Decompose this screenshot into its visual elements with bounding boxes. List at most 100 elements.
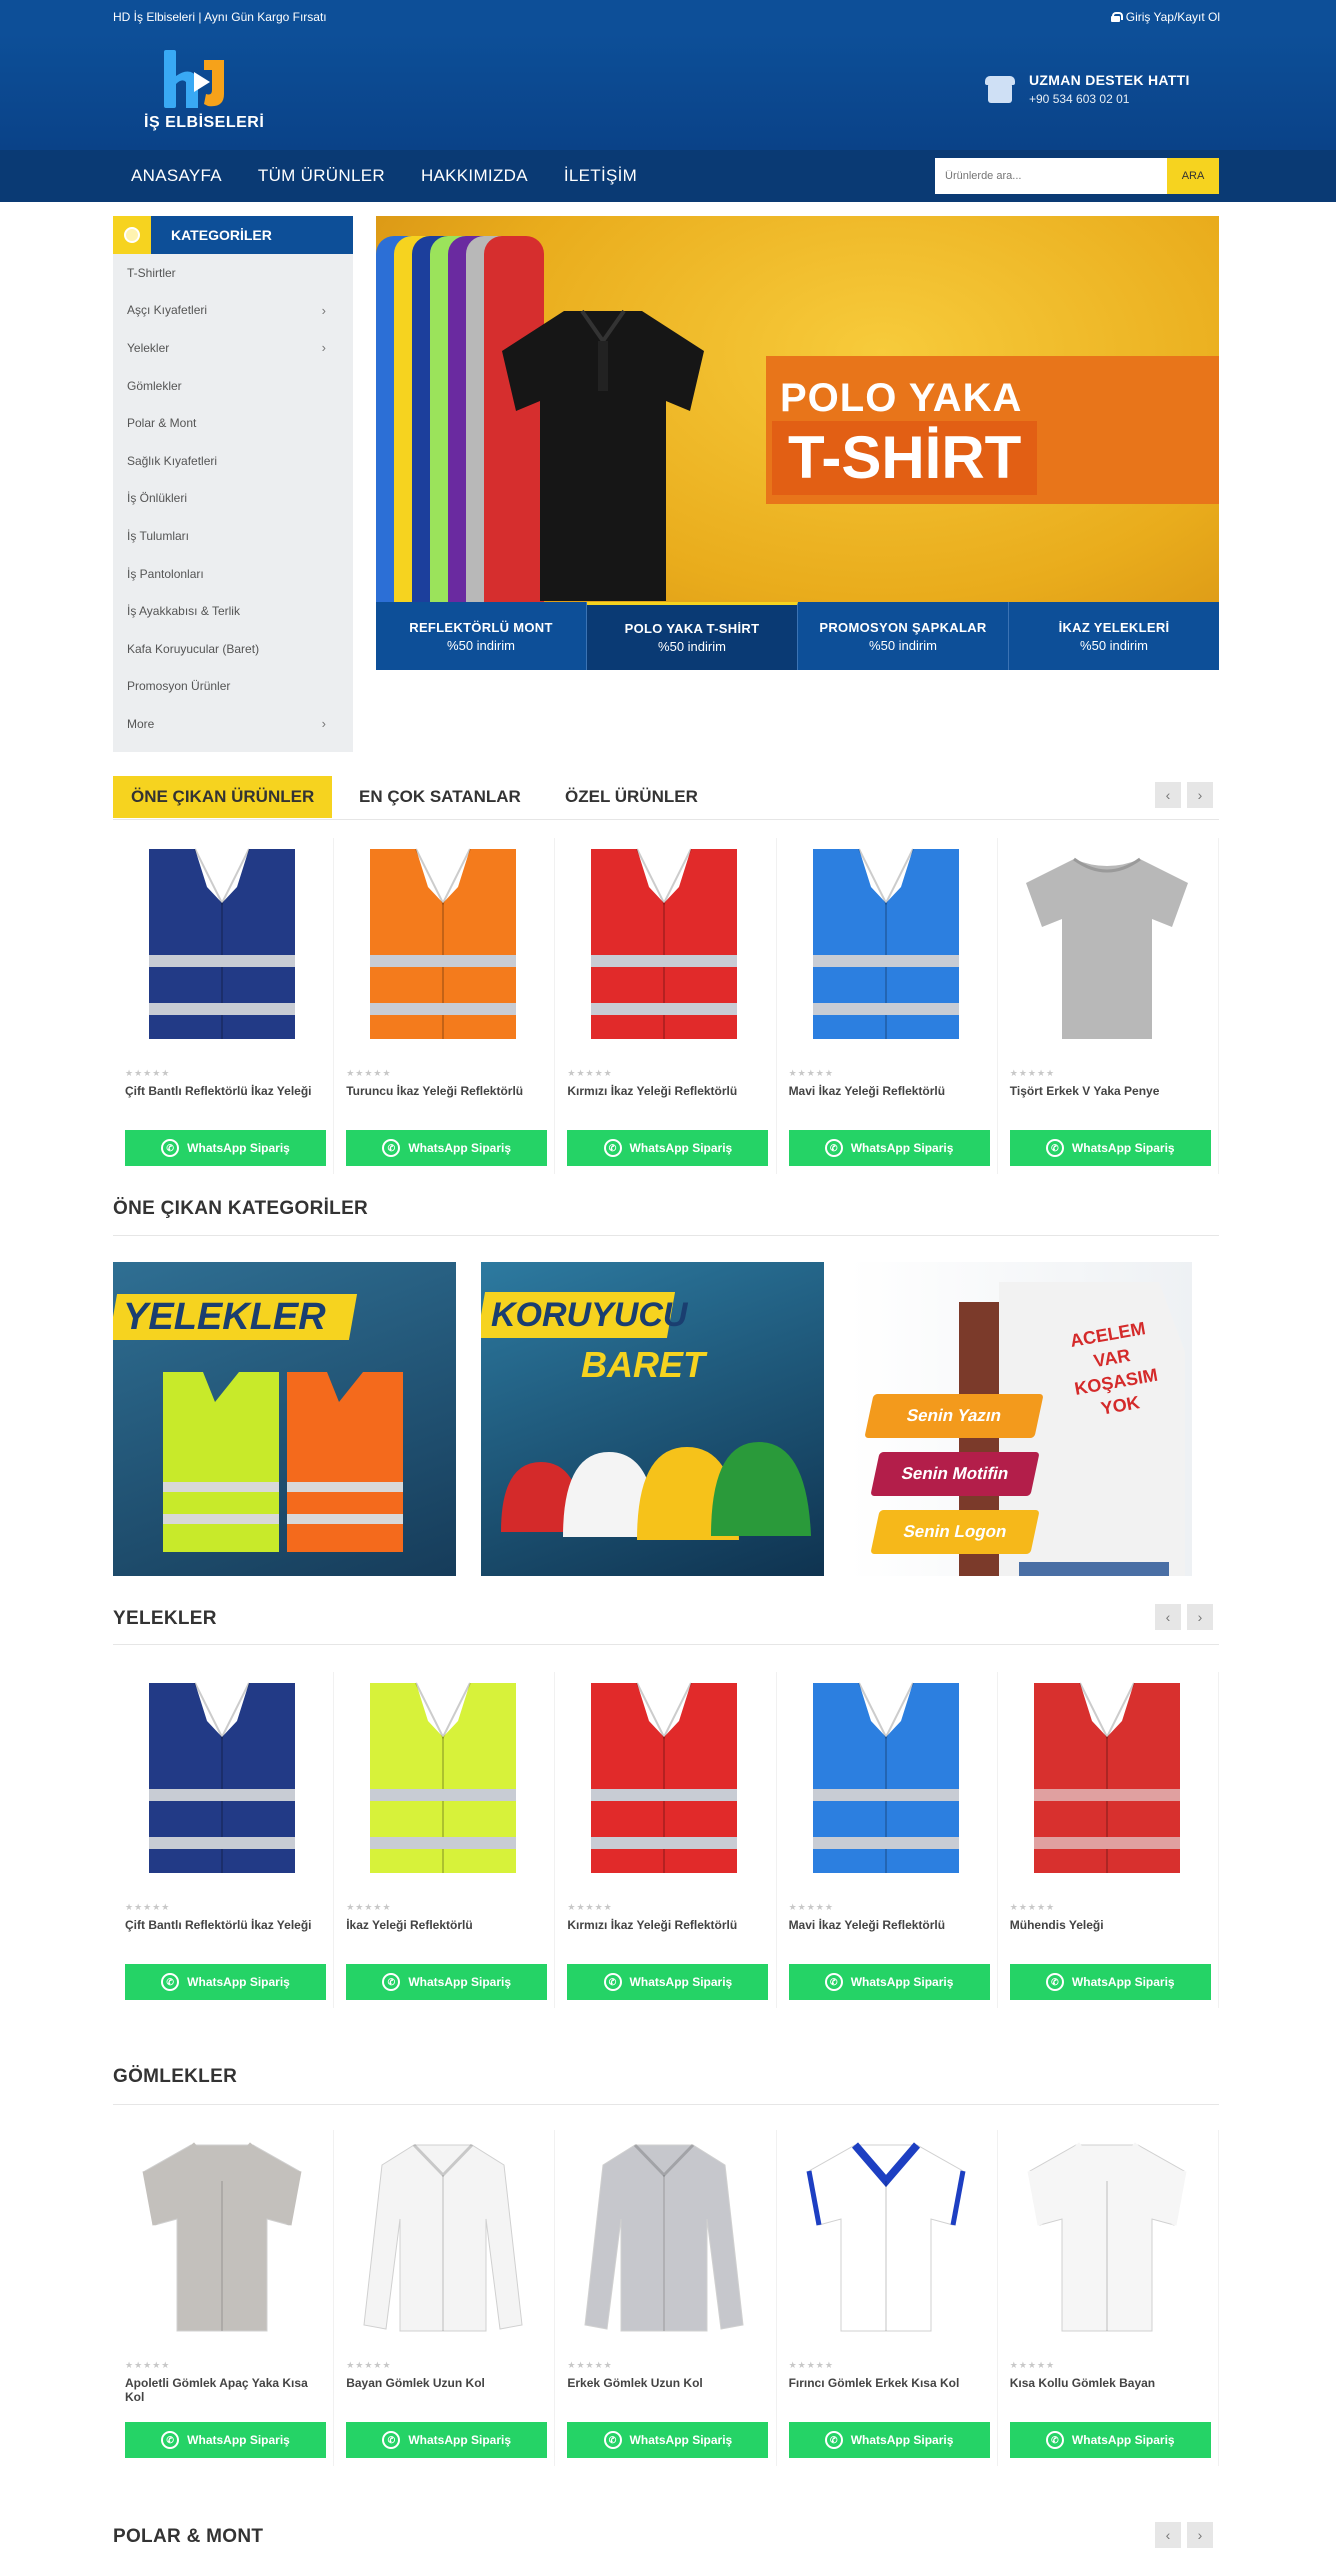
login-link[interactable]: Giriş Yap/Kayıt Ol [1110, 10, 1220, 24]
sidebar-item-chef[interactable]: Aşçı Kıyafetleri › [113, 292, 353, 330]
product-name[interactable]: Mavi İkaz Yeleği Reflektörlü [789, 1918, 989, 1932]
tab-bestsellers[interactable]: EN ÇOK SATANLAR [359, 776, 521, 818]
whatsapp-order-button[interactable]: ✆ WhatsApp Sipariş [567, 1130, 769, 1166]
whatsapp-order-button[interactable]: ✆ WhatsApp Sipariş [1009, 1964, 1211, 2000]
sidebar-item-shoes[interactable]: İş Ayakkabısı & Terlik [113, 592, 353, 630]
tab-special[interactable]: ÖZEL ÜRÜNLER [565, 776, 698, 818]
vests-next-button[interactable]: › [1187, 1604, 1213, 1630]
product-image[interactable] [1012, 2130, 1202, 2340]
product-card[interactable]: ★★★★★ Çift Bantlı Reflektörlü İkaz Yeleği… [113, 1672, 335, 2008]
product-image[interactable] [348, 838, 538, 1048]
product-image[interactable] [791, 2130, 981, 2340]
product-name[interactable]: Bayan Gömlek Uzun Kol [346, 2376, 546, 2390]
product-card[interactable]: ★★★★★ Kırmızı İkaz Yeleği Reflektörlü ✆ Wha… [555, 838, 777, 1174]
nav-contact[interactable]: İLETİŞİM [564, 166, 637, 186]
whatsapp-order-button[interactable]: ✆ WhatsApp Sipariş [125, 2422, 326, 2458]
sidebar-item-health[interactable]: Sağlık Kıyafetleri [113, 442, 353, 480]
whatsapp-order-button[interactable]: ✆ WhatsApp Sipariş [125, 1130, 326, 1166]
hero-tab-hats[interactable]: PROMOSYON ŞAPKALAR %50 indirim [798, 602, 1009, 670]
tshirt-slogan: ACELEM VAR KOŞASIM YOK [1068, 1318, 1160, 1419]
product-card[interactable]: ★★★★★ Kırmızı İkaz Yeleği Reflektörlü ✆ Wha… [555, 1672, 777, 2008]
whatsapp-order-button[interactable]: ✆ WhatsApp Sipariş [788, 1964, 990, 2000]
product-name[interactable]: Mavi İkaz Yeleği Reflektörlü [789, 1084, 989, 1098]
product-name[interactable]: İkaz Yeleği Reflektörlü [346, 1918, 546, 1932]
sidebar-item-tshirts[interactable]: T-Shirtler [113, 254, 353, 292]
sidebar-item-promo[interactable]: Promosyon Ürünler [113, 668, 353, 706]
product-name[interactable]: Kırmızı İkaz Yeleği Reflektörlü [567, 1918, 767, 1932]
product-image[interactable] [569, 838, 759, 1048]
hero-tab-polo[interactable]: POLO YAKA T-SHİRT %50 indirim [587, 602, 798, 670]
product-image[interactable] [348, 1672, 538, 1882]
product-image[interactable] [1012, 1672, 1202, 1882]
product-image[interactable] [569, 1672, 759, 1882]
product-card[interactable]: ★★★★★ Fırıncı Gömlek Erkek Kısa Kol ✆ Whats… [777, 2130, 998, 2466]
product-image[interactable] [791, 838, 981, 1048]
banner-helmets[interactable]: KORUYUCU BARET [481, 1262, 824, 1576]
whatsapp-label: WhatsApp Sipariş [408, 2433, 512, 2447]
product-name[interactable]: Kırmızı İkaz Yeleği Reflektörlü [567, 1084, 767, 1098]
product-card[interactable]: ★★★★★ Mühendis Yeleği ✆ WhatsApp Sipariş [998, 1672, 1219, 2008]
product-image[interactable] [791, 1672, 981, 1882]
product-image[interactable] [348, 2130, 538, 2340]
product-image[interactable] [127, 2130, 317, 2340]
product-name[interactable]: Erkek Gömlek Uzun Kol [567, 2376, 767, 2390]
search-input[interactable] [935, 158, 1167, 194]
product-image[interactable] [127, 838, 317, 1048]
site-logo[interactable]: İŞ ELBİSELERİ [140, 42, 275, 142]
nav-about[interactable]: HAKKIMIZDA [421, 166, 528, 186]
banner-vests[interactable]: YELEKLER [113, 1262, 456, 1576]
nav-home[interactable]: ANASAYFA [131, 166, 222, 186]
tab-featured[interactable]: ÖNE ÇIKAN ÜRÜNLER [113, 776, 333, 818]
product-card[interactable]: ★★★★★ Apoletli Gömlek Apaç Yaka Kısa Kol ✆… [113, 2130, 335, 2466]
hero-tab-vests[interactable]: İKAZ YELEKLERİ %50 indirim [1009, 602, 1219, 670]
whatsapp-order-button[interactable]: ✆ WhatsApp Sipariş [346, 2422, 548, 2458]
fleece-prev-button[interactable]: ‹ [1155, 2522, 1181, 2548]
sidebar-item-shirts[interactable]: Gömlekler [113, 367, 353, 405]
product-card[interactable]: ★★★★★ Kısa Kollu Gömlek Bayan ✆ WhatsApp Si… [998, 2130, 1219, 2466]
product-card[interactable]: ★★★★★ İkaz Yeleği Reflektörlü ✆ WhatsApp Si… [334, 1672, 556, 2008]
hero-tab-mont[interactable]: REFLEKTÖRLÜ MONT %50 indirim [376, 602, 587, 670]
product-card[interactable]: ★★★★★ Tişört Erkek V Yaka Penye ✆ WhatsApp … [998, 838, 1219, 1174]
vests-prev-button[interactable]: ‹ [1155, 1604, 1181, 1630]
search-button[interactable]: ARA [1167, 158, 1219, 194]
whatsapp-order-button[interactable]: ✆ WhatsApp Sipariş [346, 1964, 548, 2000]
whatsapp-order-button[interactable]: ✆ WhatsApp Sipariş [125, 1964, 326, 2000]
product-name[interactable]: Tişört Erkek V Yaka Penye [1010, 1084, 1210, 1098]
sidebar-item-vests[interactable]: Yelekler › [113, 329, 353, 367]
carousel-prev-button[interactable]: ‹ [1155, 782, 1181, 808]
whatsapp-order-button[interactable]: ✆ WhatsApp Sipariş [788, 2422, 990, 2458]
nav-all-products[interactable]: TÜM ÜRÜNLER [258, 166, 385, 186]
whatsapp-order-button[interactable]: ✆ WhatsApp Sipariş [346, 1130, 548, 1166]
banner-custom-print[interactable]: ACELEM VAR KOŞASIM YOK Senin Yazın Senin… [849, 1262, 1192, 1576]
product-card[interactable]: ★★★★★ Turuncu İkaz Yeleği Reflektörlü ✆ Wha… [334, 838, 556, 1174]
product-image[interactable] [569, 2130, 759, 2340]
product-card[interactable]: ★★★★★ Mavi İkaz Yeleği Reflektörlü ✆ WhatsA… [777, 1672, 998, 2008]
product-name[interactable]: Kısa Kollu Gömlek Bayan [1010, 2376, 1210, 2390]
whatsapp-order-button[interactable]: ✆ WhatsApp Sipariş [788, 1130, 990, 1166]
whatsapp-order-button[interactable]: ✆ WhatsApp Sipariş [567, 2422, 769, 2458]
product-name[interactable]: Çift Bantlı Reflektörlü İkaz Yeleği [125, 1918, 325, 1932]
product-name[interactable]: Turuncu İkaz Yeleği Reflektörlü [346, 1084, 546, 1098]
sidebar-item-pants[interactable]: İş Pantolonları [113, 555, 353, 593]
fleece-next-button[interactable]: › [1187, 2522, 1213, 2548]
product-image[interactable] [1012, 838, 1202, 1048]
sidebar-item-overalls[interactable]: İş Tulumları [113, 517, 353, 555]
product-card[interactable]: ★★★★★ Çift Bantlı Reflektörlü İkaz Yeleği… [113, 838, 335, 1174]
whatsapp-order-button[interactable]: ✆ WhatsApp Sipariş [1009, 2422, 1211, 2458]
product-name[interactable]: Apoletli Gömlek Apaç Yaka Kısa Kol [125, 2376, 325, 2404]
sidebar-item-helmets[interactable]: Kafa Koruyucular (Baret) [113, 630, 353, 668]
whatsapp-order-button[interactable]: ✆ WhatsApp Sipariş [567, 1964, 769, 2000]
sidebar-item-fleece[interactable]: Polar & Mont [113, 404, 353, 442]
product-name[interactable]: Fırıncı Gömlek Erkek Kısa Kol [789, 2376, 989, 2390]
sidebar-item-aprons[interactable]: İş Önlükleri [113, 480, 353, 518]
product-image[interactable] [127, 1672, 317, 1882]
product-name[interactable]: Çift Bantlı Reflektörlü İkaz Yeleği [125, 1084, 325, 1098]
product-card[interactable]: ★★★★★ Bayan Gömlek Uzun Kol ✆ WhatsApp Sipa… [334, 2130, 556, 2466]
product-card[interactable]: ★★★★★ Erkek Gömlek Uzun Kol ✆ WhatsApp Sipa… [555, 2130, 777, 2466]
product-name[interactable]: Mühendis Yeleği [1010, 1918, 1210, 1932]
whatsapp-order-button[interactable]: ✆ WhatsApp Sipariş [1009, 1130, 1211, 1166]
sidebar-item-more[interactable]: More › [113, 705, 353, 743]
carousel-next-button[interactable]: › [1187, 782, 1213, 808]
support-phone[interactable]: +90 534 603 02 01 [1029, 92, 1190, 106]
product-card[interactable]: ★★★★★ Mavi İkaz Yeleği Reflektörlü ✆ WhatsA… [777, 838, 998, 1174]
